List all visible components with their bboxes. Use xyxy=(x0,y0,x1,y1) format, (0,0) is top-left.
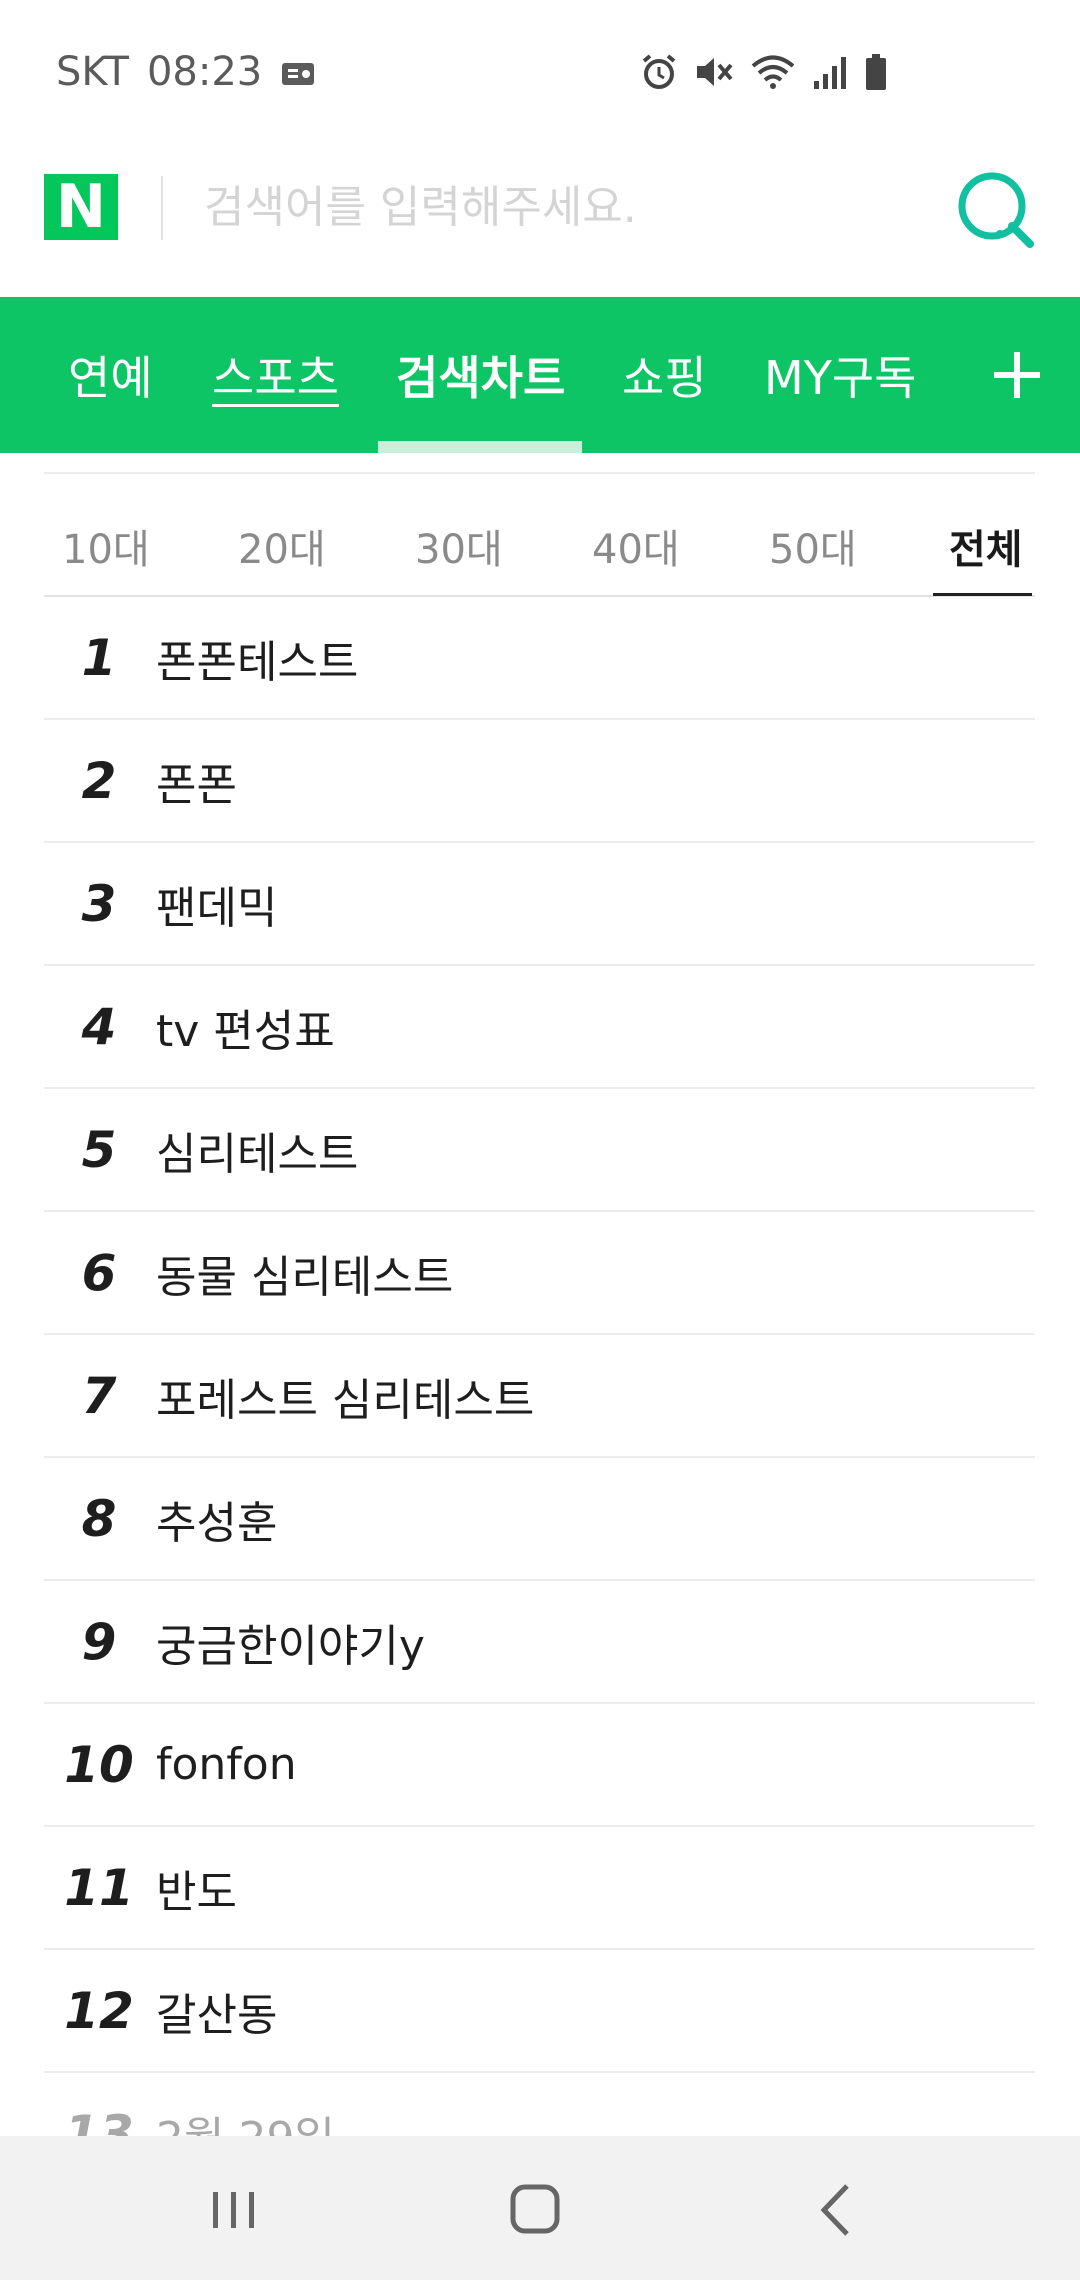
rank-number: 3 xyxy=(81,874,117,933)
rank-keyword: 폰폰 xyxy=(156,759,237,811)
rank-keyword: 궁금한이야기y xyxy=(156,1620,425,1672)
age-tab-30s[interactable]: 30대 xyxy=(415,496,503,596)
ranking-row[interactable]: 3 팬데믹 xyxy=(44,843,1035,966)
tab-label: 검색차트 xyxy=(396,351,566,405)
recent-apps-icon[interactable] xyxy=(188,2170,278,2250)
alarm-icon xyxy=(642,54,676,89)
search-divider xyxy=(161,176,163,240)
rank-number: 5 xyxy=(81,1120,117,1179)
rank-number: 9 xyxy=(81,1612,117,1671)
age-filter-top-border xyxy=(44,472,1035,474)
battery-icon xyxy=(866,54,886,90)
rank-keyword: 2월 29일 xyxy=(154,2102,335,2138)
rank-number: 8 xyxy=(81,1489,117,1548)
rank-keyword: tv 편성표 xyxy=(156,1005,335,1057)
ranking-row[interactable]: 4 tv 편성표 xyxy=(44,966,1035,1089)
rank-keyword: 동물 심리테스트 xyxy=(156,1251,454,1303)
home-icon[interactable] xyxy=(490,2170,580,2250)
rank-number: 7 xyxy=(81,1366,117,1425)
carrier-label: SKT xyxy=(56,49,129,95)
age-tab-40s[interactable]: 40대 xyxy=(592,496,680,596)
rank-keyword: 폰폰테스트 xyxy=(156,636,359,688)
active-tab-indicator xyxy=(378,441,582,453)
ranking-row[interactable]: 1 폰폰테스트 xyxy=(44,597,1035,720)
search-icon[interactable] xyxy=(950,164,1040,254)
age-tab-50s[interactable]: 50대 xyxy=(769,496,857,596)
rank-keyword: 포레스트 심리테스트 xyxy=(156,1374,535,1426)
rank-number: 11 xyxy=(64,1858,134,1917)
nav-tab-partial[interactable]: . xyxy=(0,297,14,453)
tab-shopping[interactable]: 쇼핑 xyxy=(622,297,707,453)
rank-number: 2 xyxy=(81,751,117,810)
ranking-row[interactable]: 6 동물 심리테스트 xyxy=(44,1212,1035,1335)
rank-number: 12 xyxy=(64,1981,134,2040)
tab-search-chart[interactable]: 검색차트 xyxy=(396,297,565,453)
ranking-row[interactable]: 9 궁금한이야기y xyxy=(44,1581,1035,1704)
tab-label: 스포츠 xyxy=(212,351,339,405)
signal-icon xyxy=(814,57,846,89)
mute-icon xyxy=(697,58,733,86)
ranking-row[interactable]: 13 2월 29일 xyxy=(44,2073,1035,2138)
age-tab-label: 전체 xyxy=(949,527,1023,573)
age-tab-label: 10대 xyxy=(62,527,150,573)
rank-keyword: 반도 xyxy=(156,1866,237,1918)
ranking-row[interactable]: 12 갈산동 xyxy=(44,1950,1035,2073)
rank-keyword: 팬데믹 xyxy=(156,882,278,934)
wifi-icon xyxy=(751,55,795,89)
ranking-row[interactable]: 2 폰폰 xyxy=(44,720,1035,843)
radio-icon xyxy=(282,63,315,85)
rank-keyword: 갈산동 xyxy=(156,1989,278,2041)
back-icon[interactable] xyxy=(792,2170,882,2250)
rank-number: 13 xyxy=(64,2104,134,2138)
search-ranking-list: 1 폰폰테스트 2 폰폰 3 팬데믹 4 tv 편성표 5 심리테스트 6 동물… xyxy=(44,597,1035,2137)
rank-number: 1 xyxy=(81,628,117,687)
ranking-row[interactable]: 10 fonfon xyxy=(44,1704,1035,1827)
ranking-row[interactable]: 7 포레스트 심리테스트 xyxy=(44,1335,1035,1458)
add-tab-icon[interactable] xyxy=(982,340,1052,410)
age-tab-active-indicator xyxy=(933,593,1032,596)
logo-text: N xyxy=(55,172,107,242)
age-tab-label: 50대 xyxy=(769,527,857,573)
ranking-row[interactable]: 5 심리테스트 xyxy=(44,1089,1035,1212)
rank-number: 10 xyxy=(64,1735,134,1794)
rank-number: 6 xyxy=(81,1243,117,1302)
tab-my-subscription[interactable]: MY구독 xyxy=(764,297,916,453)
age-tab-10s[interactable]: 10대 xyxy=(62,496,150,596)
service-tab-bar: . 연예 스포츠 검색차트 쇼핑 MY구독 xyxy=(0,297,1080,453)
age-tab-label: 30대 xyxy=(415,527,503,573)
age-tab-label: 40대 xyxy=(592,527,680,573)
status-left: SKT 08:23 xyxy=(56,44,316,100)
rank-keyword: fonfon xyxy=(156,1739,297,1790)
tab-label: 쇼핑 xyxy=(622,351,707,405)
search-input[interactable] xyxy=(204,168,904,246)
status-bar: SKT 08:23 xyxy=(0,0,1080,145)
naver-logo[interactable]: N xyxy=(44,172,118,242)
ranking-row[interactable]: 8 추성훈 xyxy=(44,1458,1035,1581)
rank-keyword: 심리테스트 xyxy=(156,1128,359,1180)
age-tab-all[interactable]: 전체 xyxy=(949,496,1023,596)
age-tab-label: 20대 xyxy=(238,527,326,573)
ranking-row[interactable]: 11 반도 xyxy=(44,1827,1035,1950)
tab-entertainment[interactable]: 연예 xyxy=(68,297,153,453)
tab-label: MY구독 xyxy=(764,351,917,405)
rank-keyword: 추성훈 xyxy=(156,1497,278,1549)
rank-number: 4 xyxy=(81,997,117,1056)
age-tab-20s[interactable]: 20대 xyxy=(238,496,326,596)
clock: 08:23 xyxy=(146,49,263,95)
tab-sports[interactable]: 스포츠 xyxy=(212,297,339,453)
tab-label: 연예 xyxy=(68,351,153,405)
status-icons xyxy=(640,44,888,100)
